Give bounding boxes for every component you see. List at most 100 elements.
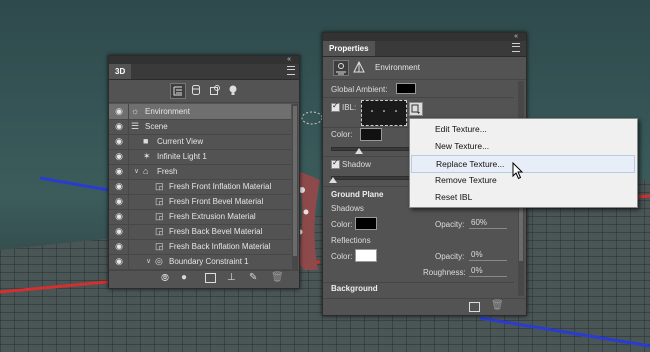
reflections-color-swatch[interactable] xyxy=(355,249,377,262)
visibility-eye-icon[interactable]: ◉ xyxy=(112,164,126,179)
shadow-label: Shadow xyxy=(342,160,371,169)
reflections-color-label: Color: xyxy=(331,252,353,261)
layer-row[interactable]: ◉ ■ Current View xyxy=(109,134,291,150)
tab-properties[interactable]: Properties xyxy=(323,41,375,56)
filter-toolbar xyxy=(109,80,299,103)
reset-ibl-item[interactable]: Reset IBL xyxy=(411,189,636,205)
light-filter-icon[interactable] xyxy=(227,84,239,96)
visibility-eye-icon[interactable]: ◉ xyxy=(112,254,126,269)
render-icon[interactable] xyxy=(205,273,216,283)
mouse-cursor-icon xyxy=(512,162,524,180)
reflections-opacity-field[interactable]: 0% xyxy=(469,250,507,261)
row-divider xyxy=(128,239,129,254)
visibility-eye-icon[interactable]: ◉ xyxy=(112,119,126,134)
material-icon: ◲ xyxy=(155,226,164,236)
camera-icon: ■ xyxy=(143,136,149,146)
panel-3d: « 3D ◉ ☼ Environment ◉ ☰ Scene ◉ ■ Current View ◉… xyxy=(108,55,300,289)
tab-3d[interactable]: 3D xyxy=(109,64,132,79)
edit-texture-item[interactable]: Edit Texture... xyxy=(411,121,636,137)
shadow-checkbox[interactable] xyxy=(331,158,340,169)
collapse-icon[interactable]: « xyxy=(514,33,518,41)
global-ambient-swatch[interactable] xyxy=(396,83,416,94)
layer-row[interactable]: ◉ ◲ Fresh Extrusion Material xyxy=(109,209,291,225)
ibl-intensity-thumb[interactable] xyxy=(355,148,363,154)
row-divider xyxy=(128,164,129,179)
layer-list-scrollbar[interactable] xyxy=(292,104,298,271)
scene-icon: ☰ xyxy=(131,121,140,131)
visibility-eye-icon[interactable]: ◉ xyxy=(112,149,126,164)
shadows-label: Shadows xyxy=(331,204,364,213)
layer-label: Environment xyxy=(145,107,190,116)
visibility-eye-icon[interactable]: ◉ xyxy=(112,104,126,119)
row-divider xyxy=(128,179,129,194)
scrollbar-thumb[interactable] xyxy=(293,106,297,256)
roughness-label: Roughness: xyxy=(423,268,466,277)
layer-row[interactable]: ◉ ◲ Fresh Back Bevel Material xyxy=(109,224,291,240)
mesh-filter-icon[interactable] xyxy=(190,84,202,96)
visibility-eye-icon[interactable]: ◉ xyxy=(112,194,126,209)
properties-titlebar[interactable]: « xyxy=(323,33,526,41)
bulb-icon[interactable]: ✎ xyxy=(249,272,257,283)
layer-row[interactable]: ◉ ◲ Fresh Front Inflation Material xyxy=(109,179,291,195)
visibility-eye-icon[interactable]: ◉ xyxy=(112,209,126,224)
shadow-softness-slider[interactable] xyxy=(331,176,413,180)
layer-row[interactable]: ◉ ◲ Fresh Front Bevel Material xyxy=(109,194,291,210)
shadows-opacity-field[interactable]: 60% xyxy=(469,218,507,229)
layer-label: Current View xyxy=(157,137,204,146)
layer-row[interactable]: ◉ ☰ Scene xyxy=(109,119,291,135)
transform-tab-icon[interactable] xyxy=(353,60,365,73)
layer-label: Fresh Extrusion Material xyxy=(169,212,256,221)
expand-toggle-icon[interactable]: ∨ xyxy=(134,164,139,179)
shadow-softness-thumb[interactable] xyxy=(329,177,337,183)
layer-label: Boundary Constraint 1 xyxy=(169,257,249,266)
layer-row[interactable]: ◉ ∨ ⌂ Fresh xyxy=(109,164,291,180)
mesh-icon: ⌂ xyxy=(143,166,149,176)
properties-header: Environment xyxy=(323,57,526,80)
layer-row[interactable]: ◉ ◲ Fresh Back Inflation Material xyxy=(109,239,291,255)
expand-toggle-icon[interactable]: ∨ xyxy=(146,254,151,269)
light-add-icon[interactable]: ● xyxy=(181,272,187,283)
render-icon[interactable] xyxy=(469,302,480,312)
ibl-label: IBL: xyxy=(342,103,357,112)
color-label: Color: xyxy=(331,130,353,139)
material-filter-icon[interactable] xyxy=(209,84,221,96)
row-divider xyxy=(128,149,129,164)
trash-icon[interactable]: 🗑 xyxy=(271,272,284,283)
environment-tab-icon[interactable] xyxy=(333,60,349,76)
ibl-intensity-slider[interactable] xyxy=(331,147,413,151)
collapse-icon[interactable]: « xyxy=(287,56,291,64)
visibility-eye-icon[interactable]: ◉ xyxy=(112,239,126,254)
shadows-color-label: Color: xyxy=(331,220,353,229)
layer-row[interactable]: ◉ ☼ Environment xyxy=(109,104,291,120)
global-ambient-label: Global Ambient: xyxy=(331,85,388,94)
shadows-color-swatch[interactable] xyxy=(355,217,377,230)
ibl-color-swatch[interactable] xyxy=(360,128,382,141)
material-icon: ◲ xyxy=(155,211,164,221)
ibl-texture-menu-button[interactable] xyxy=(409,102,423,116)
layer-label: Fresh Front Inflation Material xyxy=(169,182,272,191)
ibl-texture-preview[interactable] xyxy=(361,100,407,126)
row-divider xyxy=(128,254,129,269)
reflections-label: Reflections xyxy=(331,236,371,245)
properties-footer: 🗑 xyxy=(323,298,526,315)
layer-row[interactable]: ◉ ∨ ◎ Boundary Constraint 1 xyxy=(109,254,291,270)
roughness-field[interactable]: 0% xyxy=(469,266,507,277)
row-divider xyxy=(128,104,129,119)
ground-icon[interactable]: ⊥ xyxy=(227,272,236,283)
material-icon: ◲ xyxy=(155,181,164,191)
panel-3d-tabstrip xyxy=(109,64,299,80)
panel-menu-icon[interactable] xyxy=(287,66,295,75)
scene-options-icon[interactable]: ⦾ xyxy=(161,273,169,284)
reflections-opacity-label: Opacity: xyxy=(435,252,465,261)
layer-row[interactable]: ◉ ✶ Infinite Light 1 xyxy=(109,149,291,165)
panel-3d-titlebar[interactable]: « xyxy=(109,56,299,64)
visibility-eye-icon[interactable]: ◉ xyxy=(112,224,126,239)
layer-label: Fresh xyxy=(157,167,178,176)
visibility-eye-icon[interactable]: ◉ xyxy=(112,179,126,194)
new-texture-item[interactable]: New Texture... xyxy=(411,138,636,154)
visibility-eye-icon[interactable]: ◉ xyxy=(112,134,126,149)
scene-filter-icon[interactable] xyxy=(170,83,186,99)
panel-menu-icon[interactable] xyxy=(512,43,520,52)
trash-icon[interactable]: 🗑 xyxy=(491,300,504,311)
ibl-checkbox[interactable] xyxy=(331,101,340,112)
